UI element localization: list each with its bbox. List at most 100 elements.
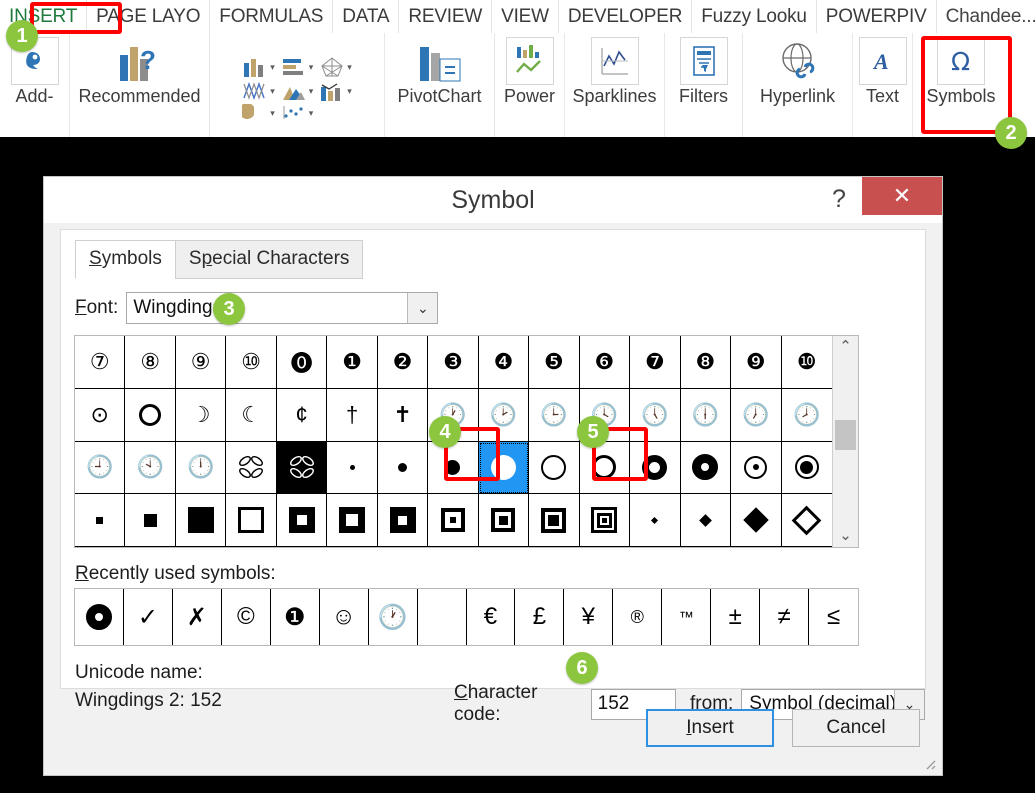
account-name[interactable]: Chandee... <box>937 0 1035 33</box>
ribbon-group-chart-types[interactable]: ▾ ▾ ▾ ▾ ▾ ▾ ▾ ▾ <box>210 33 385 137</box>
scatter-chart-icon[interactable]: ▾ <box>281 104 314 122</box>
symbol-cell[interactable]: ❺ <box>529 336 580 389</box>
symbol-cell-square-nest7[interactable] <box>579 494 631 547</box>
symbol-cell[interactable]: ❷ <box>377 336 429 389</box>
symbol-cell-square-xs[interactable] <box>75 494 126 547</box>
symbol-cell[interactable]: 🕙 <box>125 441 176 495</box>
recent-symbol-smiley[interactable]: ☺ <box>320 589 369 645</box>
symbol-cell-ring-dot-large[interactable] <box>781 442 832 495</box>
filters-icon[interactable] <box>679 37 728 85</box>
scroll-up-icon[interactable]: ⌃ <box>839 336 852 358</box>
ribbon-tab-formulas[interactable]: FORMULAS <box>210 0 334 33</box>
radar-chart-caret[interactable]: ▾ <box>347 62 352 72</box>
resize-grip-icon[interactable] <box>922 756 936 770</box>
symbol-cell[interactable]: ❾ <box>731 336 782 389</box>
symbol-cell[interactable]: ⑦ <box>75 336 126 389</box>
font-select[interactable]: Wingdings 2 ⌄ <box>126 292 439 324</box>
symbol-cell-diamond-m[interactable] <box>731 494 782 547</box>
recent-symbol-ring-filled[interactable] <box>75 589 124 645</box>
insert-button[interactable]: Insert <box>646 709 774 747</box>
ribbon-group-addins[interactable]: Add- <box>0 33 70 137</box>
radar-chart-icon[interactable]: ▾ <box>319 56 352 78</box>
symbol-cell[interactable]: ⑧ <box>125 336 176 389</box>
symbol-cell[interactable]: ✝ <box>377 388 429 442</box>
line-chart-caret[interactable]: ▾ <box>270 86 275 96</box>
symbol-cell[interactable]: ❶ <box>327 336 378 389</box>
area-chart-caret[interactable]: ▾ <box>309 86 314 96</box>
recent-symbols-list[interactable]: ✓ ✗ © ❶ ☺ 🕐 € £ ¥ ® ™ ± ≠ ≤ <box>74 588 859 646</box>
recent-symbol-yen[interactable]: ¥ <box>564 589 614 645</box>
recent-symbol-copyright[interactable]: © <box>222 589 271 645</box>
recent-symbol-blank[interactable] <box>418 589 467 645</box>
symbol-cell[interactable]: ⊙ <box>75 388 126 442</box>
cancel-button[interactable]: Cancel <box>792 709 920 747</box>
recent-symbol-plusminus[interactable]: ± <box>711 589 761 645</box>
ribbon-tab-page-layout[interactable]: PAGE LAYO <box>87 0 211 33</box>
symbol-cell-dot-xs[interactable] <box>327 441 378 495</box>
symbol-cell[interactable]: 🕔 <box>630 388 681 442</box>
recent-symbol-check[interactable]: ✓ <box>124 589 173 645</box>
symbol-cell-ring-thick2[interactable] <box>680 441 732 495</box>
symbol-cell-square-l[interactable] <box>175 494 227 547</box>
pie-chart-icon[interactable]: ▾ <box>242 104 275 122</box>
recent-symbol-circled-one[interactable]: ❶ <box>271 589 320 645</box>
symbol-cell-ring-thick[interactable] <box>630 441 681 495</box>
symbol-cell-square-s[interactable] <box>125 494 176 547</box>
symbol-cell-square-nest1[interactable] <box>276 494 328 547</box>
column-chart-icon[interactable]: ▾ <box>242 56 275 78</box>
symbol-cell[interactable]: ☾ <box>226 388 277 442</box>
ribbon-tab-data[interactable]: DATA <box>333 0 400 33</box>
symbol-cell[interactable]: ⓿ <box>276 336 328 389</box>
ribbon-tab-view[interactable]: VIEW <box>492 0 559 33</box>
recent-symbol-trademark[interactable]: ™ <box>662 589 712 645</box>
symbol-cell-diamond-s[interactable] <box>680 494 732 547</box>
symbol-cell[interactable]: 🕒 <box>529 388 580 442</box>
hyperlink-icon[interactable] <box>773 37 822 85</box>
recent-symbol-registered[interactable]: ® <box>613 589 663 645</box>
pivotchart-icon[interactable] <box>415 37 464 85</box>
symbol-cell[interactable]: 🕑 <box>478 388 530 442</box>
symbol-cell-ring-dot[interactable] <box>731 441 782 495</box>
ribbon-tab-developer[interactable]: DEVELOPER <box>559 0 693 33</box>
ribbon-tab-fuzzy-lookup[interactable]: Fuzzy Looku <box>692 0 817 33</box>
symbol-cell[interactable]: 🕕 <box>680 388 732 442</box>
pie-chart-caret[interactable]: ▾ <box>270 108 275 118</box>
symbol-cell[interactable]: 🕗 <box>781 389 832 442</box>
recent-symbol-clock[interactable]: 🕐 <box>369 589 418 645</box>
combo-chart-caret[interactable]: ▾ <box>347 86 352 96</box>
recommended-charts-icon[interactable]: ? <box>115 37 164 85</box>
close-icon[interactable]: ✕ <box>862 177 942 215</box>
recent-symbol-notequal[interactable]: ≠ <box>760 589 810 645</box>
recent-symbol-x[interactable]: ✗ <box>173 589 222 645</box>
scrollbar-thumb[interactable] <box>835 420 856 450</box>
ribbon-group-pivotchart[interactable]: PivotChart <box>385 33 495 137</box>
symbol-cell-dot-s[interactable] <box>377 441 429 495</box>
recent-symbol-euro[interactable]: € <box>467 589 516 645</box>
symbol-cell[interactable]: 🕖 <box>731 388 782 442</box>
symbol-cell[interactable]: ¢ <box>276 388 328 442</box>
scroll-down-icon[interactable]: ⌄ <box>839 525 852 547</box>
symbol-cell[interactable]: 🕘 <box>75 441 126 495</box>
symbol-cell-flower[interactable] <box>226 441 277 495</box>
symbol-cell-diamond-xs[interactable] <box>630 494 681 547</box>
omega-icon[interactable]: Ω <box>937 37 985 85</box>
symbol-cell[interactable]: 🕛 <box>175 441 227 495</box>
line-chart-icon[interactable]: ▾ <box>242 80 275 102</box>
help-icon[interactable]: ? <box>822 183 856 215</box>
symbol-cell-dot-m[interactable] <box>428 441 479 495</box>
ribbon-group-power-view[interactable]: Power <box>495 33 565 137</box>
symbol-cell-ring-thin[interactable] <box>529 441 580 495</box>
symbol-cell-square-open[interactable] <box>226 494 277 547</box>
symbol-cell[interactable]: ❼ <box>630 336 681 389</box>
symbol-cell[interactable]: † <box>327 388 378 442</box>
column-chart-caret[interactable]: ▾ <box>270 62 275 72</box>
symbol-cell-flower-inverse[interactable] <box>276 441 328 495</box>
symbol-cell-square-nest6[interactable] <box>529 494 580 547</box>
symbol-cell-square-nest4[interactable] <box>428 494 479 547</box>
scatter-chart-caret[interactable]: ▾ <box>309 108 314 118</box>
ribbon-group-symbols[interactable]: Ω Symbols <box>913 33 1009 137</box>
symbol-cell[interactable]: ❻ <box>579 336 631 389</box>
symbol-grid-scrollbar[interactable]: ⌃ ⌄ <box>832 336 858 547</box>
symbol-cell-square-nest2[interactable] <box>327 494 378 547</box>
ribbon-tab-review[interactable]: REVIEW <box>399 0 493 33</box>
